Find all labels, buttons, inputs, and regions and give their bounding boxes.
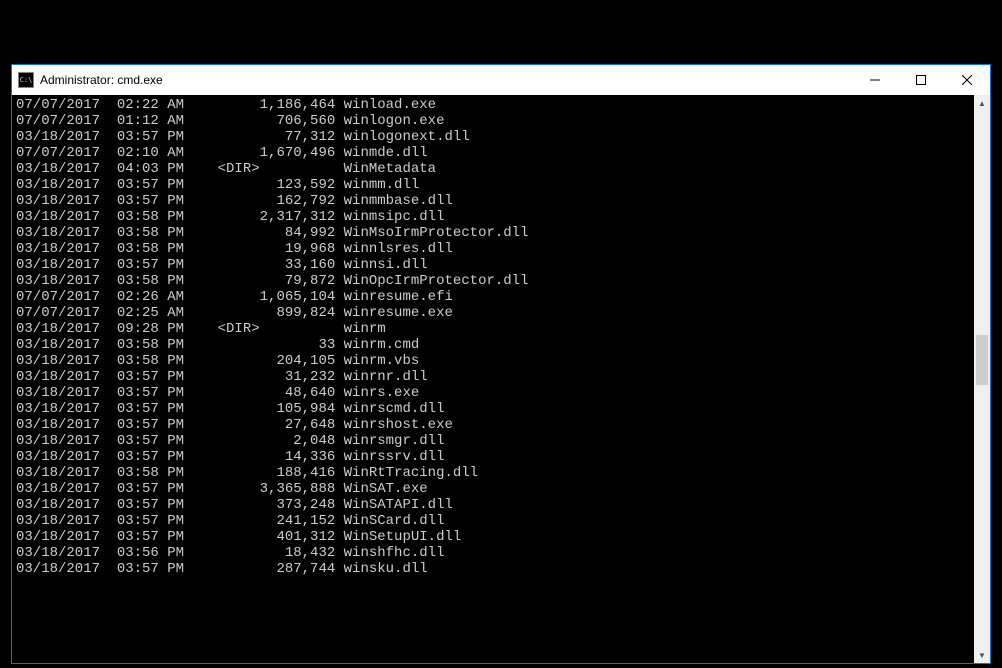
scroll-thumb[interactable]: [976, 335, 988, 385]
window-title: Administrator: cmd.exe: [40, 73, 852, 87]
cmd-icon: C:\: [18, 72, 34, 88]
scroll-down-arrow[interactable]: ▼: [974, 647, 990, 663]
titlebar[interactable]: C:\ Administrator: cmd.exe: [12, 65, 990, 95]
scroll-up-arrow[interactable]: ▲: [974, 95, 990, 111]
terminal-wrapper: 07/07/2017 02:22 AM 1,186,464 winload.ex…: [12, 95, 990, 663]
maximize-button[interactable]: [898, 65, 944, 95]
terminal-output[interactable]: 07/07/2017 02:22 AM 1,186,464 winload.ex…: [12, 95, 974, 663]
minimize-button[interactable]: [852, 65, 898, 95]
window-controls: [852, 65, 990, 95]
cmd-window: C:\ Administrator: cmd.exe 07/07/2017 02…: [11, 64, 991, 664]
scrollbar[interactable]: ▲ ▼: [974, 95, 990, 663]
close-button[interactable]: [944, 65, 990, 95]
